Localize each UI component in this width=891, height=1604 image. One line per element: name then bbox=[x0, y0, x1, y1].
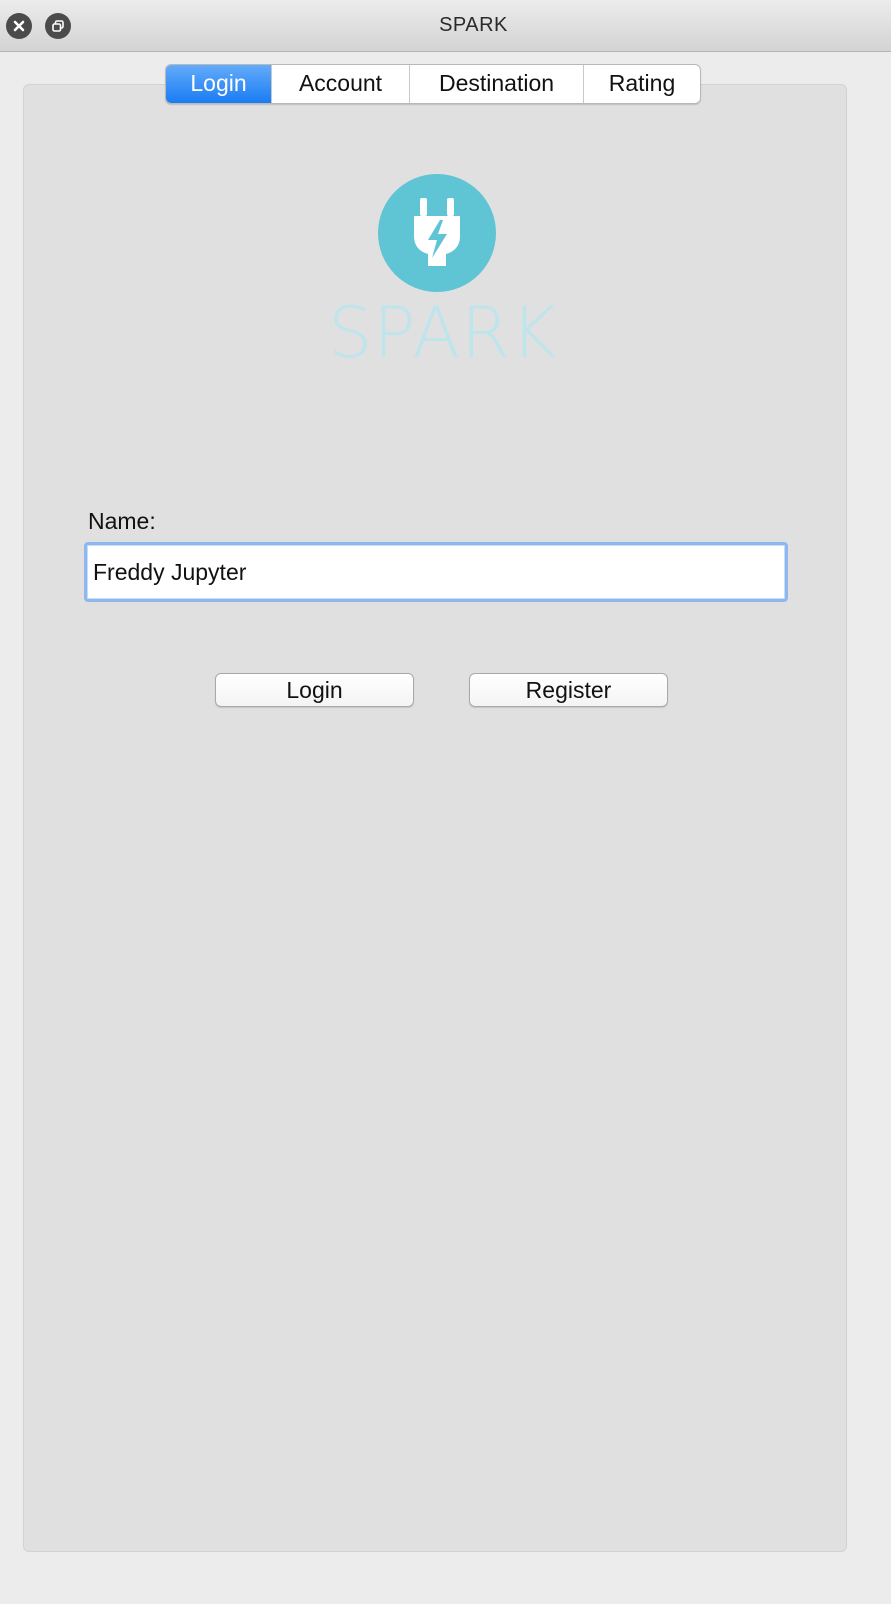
login-button[interactable]: Login bbox=[215, 673, 414, 707]
tab-login[interactable]: Login bbox=[166, 65, 272, 103]
name-label: Name: bbox=[88, 508, 156, 534]
name-input[interactable] bbox=[84, 542, 788, 602]
logo-wordmark: SPARK bbox=[328, 292, 558, 374]
tab-account[interactable]: Account bbox=[272, 65, 410, 103]
plug-lightning-icon bbox=[378, 174, 496, 292]
window-title: SPARK bbox=[439, 14, 508, 36]
title-bar: SPARK bbox=[0, 0, 891, 52]
register-button[interactable]: Register bbox=[469, 673, 668, 707]
tab-destination[interactable]: Destination bbox=[410, 65, 584, 103]
app-window: SPARK Login Account Destination Rating S… bbox=[0, 0, 891, 1604]
tab-rating[interactable]: Rating bbox=[584, 65, 700, 103]
tab-bar: Login Account Destination Rating bbox=[165, 64, 701, 104]
